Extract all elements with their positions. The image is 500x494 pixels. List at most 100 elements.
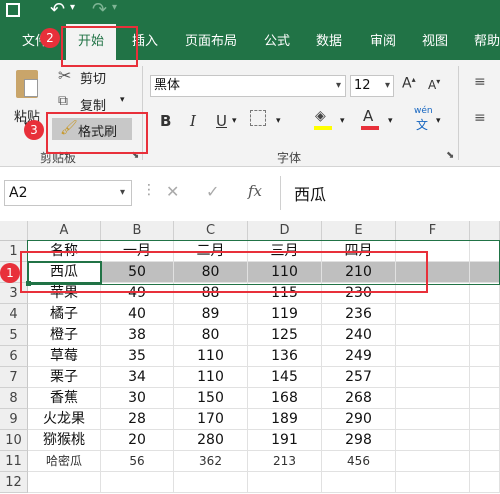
cell-g3[interactable] [470, 283, 500, 304]
cell-a9[interactable]: 火龙果 [28, 409, 101, 430]
cell-a8[interactable]: 香蕉 [28, 388, 101, 409]
cell-e8[interactable]: 268 [322, 388, 396, 409]
cell-f4[interactable] [396, 304, 470, 325]
save-icon[interactable] [6, 3, 20, 17]
cell-c10[interactable]: 280 [174, 430, 248, 451]
font-launcher-icon[interactable]: ⬊ [446, 150, 454, 161]
redo-dropdown-icon[interactable]: ▾ [112, 2, 117, 13]
tab-view[interactable]: 视图 [412, 24, 458, 60]
column-header-a[interactable]: A [28, 221, 101, 241]
row-header[interactable]: 4 [0, 304, 28, 325]
cell-b12[interactable] [101, 472, 174, 493]
cell-a11[interactable]: 哈密瓜 [28, 451, 101, 472]
phonetic-pinyin[interactable]: wén [414, 106, 433, 116]
cell-a6[interactable]: 草莓 [28, 346, 101, 367]
cell-f10[interactable] [396, 430, 470, 451]
cell-c4[interactable]: 89 [174, 304, 248, 325]
redo-icon[interactable]: ↷ [92, 0, 107, 20]
cell-c11[interactable]: 362 [174, 451, 248, 472]
name-box[interactable]: A2 ▾ [4, 180, 132, 206]
cell-e5[interactable]: 240 [322, 325, 396, 346]
insert-function-icon[interactable]: fx [248, 182, 262, 200]
cell-f12[interactable] [396, 472, 470, 493]
phonetic-dropdown-icon[interactable]: ▾ [436, 116, 441, 126]
font-color-dropdown-icon[interactable]: ▾ [388, 116, 393, 126]
tab-review[interactable]: 审阅 [360, 24, 406, 60]
font-color-icon[interactable]: A [363, 107, 373, 125]
cell-g10[interactable] [470, 430, 500, 451]
select-all-corner[interactable] [0, 221, 28, 241]
cell-g9[interactable] [470, 409, 500, 430]
increase-font-icon[interactable]: A▴ [402, 75, 416, 92]
row-header[interactable]: 12 [0, 472, 28, 493]
cell-d7[interactable]: 145 [248, 367, 322, 388]
cell-a12[interactable] [28, 472, 101, 493]
row-header[interactable]: 5 [0, 325, 28, 346]
scissors-icon[interactable]: ✂ [58, 66, 71, 85]
cell-c12[interactable] [174, 472, 248, 493]
cell-g7[interactable] [470, 367, 500, 388]
cancel-icon[interactable]: ✕ [166, 182, 179, 201]
cell-d8[interactable]: 168 [248, 388, 322, 409]
cell-f9[interactable] [396, 409, 470, 430]
cell-g12[interactable] [470, 472, 500, 493]
cell-b5[interactable]: 38 [101, 325, 174, 346]
tab-data[interactable]: 数据 [306, 24, 352, 60]
cell-c9[interactable]: 170 [174, 409, 248, 430]
cell-g5[interactable] [470, 325, 500, 346]
fill-color-icon[interactable]: ◈ [315, 108, 326, 124]
column-header-d[interactable]: D [248, 221, 322, 241]
cell-f6[interactable] [396, 346, 470, 367]
cell-e9[interactable]: 290 [322, 409, 396, 430]
cell-b6[interactable]: 35 [101, 346, 174, 367]
phonetic-guide-icon[interactable]: 文 [416, 116, 428, 133]
column-header-b[interactable]: B [101, 221, 174, 241]
cell-d4[interactable]: 119 [248, 304, 322, 325]
cell-a10[interactable]: 猕猴桃 [28, 430, 101, 451]
cell-g4[interactable] [470, 304, 500, 325]
row-header[interactable]: 6 [0, 346, 28, 367]
cell-b7[interactable]: 34 [101, 367, 174, 388]
cell-e11[interactable]: 456 [322, 451, 396, 472]
undo-icon[interactable]: ↶ [50, 0, 65, 20]
bold-button[interactable]: B [160, 112, 171, 130]
undo-dropdown-icon[interactable]: ▾ [70, 2, 75, 13]
more-options-icon[interactable]: ⋮ [142, 182, 156, 198]
align-top-icon[interactable]: ≡ [474, 74, 486, 90]
row-header[interactable]: 10 [0, 430, 28, 451]
cell-c5[interactable]: 80 [174, 325, 248, 346]
cell-b11[interactable]: 56 [101, 451, 174, 472]
row-header[interactable]: 8 [0, 388, 28, 409]
copy-icon[interactable]: ⧉ [58, 93, 68, 109]
cell-c6[interactable]: 110 [174, 346, 248, 367]
tab-help[interactable]: 帮助 [464, 24, 500, 60]
cell-b4[interactable]: 40 [101, 304, 174, 325]
row-header[interactable]: 9 [0, 409, 28, 430]
font-size-select[interactable]: 12 ▾ [350, 75, 394, 97]
column-header-f[interactable]: F [396, 221, 470, 241]
chevron-down-icon[interactable]: ▾ [336, 76, 341, 96]
cut-button[interactable]: 剪切 [80, 68, 106, 87]
cell-d9[interactable]: 189 [248, 409, 322, 430]
italic-button[interactable]: I [190, 112, 196, 130]
copy-dropdown-icon[interactable]: ▾ [120, 95, 125, 105]
borders-dropdown-icon[interactable]: ▾ [276, 116, 281, 126]
cell-d5[interactable]: 125 [248, 325, 322, 346]
cell-b8[interactable]: 30 [101, 388, 174, 409]
row-header[interactable]: 7 [0, 367, 28, 388]
cell-f11[interactable] [396, 451, 470, 472]
tab-page-layout[interactable]: 页面布局 [176, 24, 246, 60]
cell-e4[interactable]: 236 [322, 304, 396, 325]
cell-d12[interactable] [248, 472, 322, 493]
cell-a5[interactable]: 橙子 [28, 325, 101, 346]
underline-dropdown-icon[interactable]: ▾ [232, 116, 237, 126]
enter-icon[interactable]: ✓ [206, 182, 219, 201]
paste-icon[interactable] [16, 70, 38, 98]
row-header[interactable]: 11 [0, 451, 28, 472]
cell-a4[interactable]: 橘子 [28, 304, 101, 325]
formula-input[interactable]: 西瓜 [294, 181, 326, 205]
cell-d10[interactable]: 191 [248, 430, 322, 451]
cell-e7[interactable]: 257 [322, 367, 396, 388]
cell-f7[interactable] [396, 367, 470, 388]
borders-icon[interactable] [250, 110, 266, 126]
